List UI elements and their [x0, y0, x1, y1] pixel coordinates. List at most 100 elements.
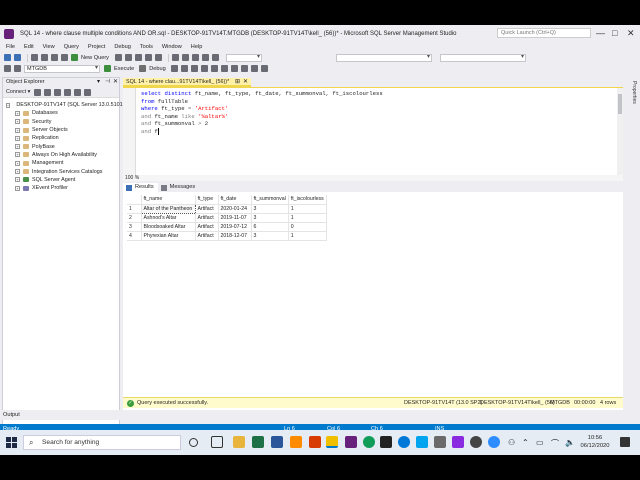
menu-window[interactable]: Window [162, 44, 182, 50]
results-to-grid-icon[interactable] [210, 65, 218, 72]
sql-editor[interactable]: select distinct ft_name, ft_type, ft_dat… [123, 87, 623, 176]
table-cell[interactable]: Artifact [195, 213, 219, 223]
table-cell[interactable]: 2020-01-24 [218, 204, 252, 214]
disconnect-icon[interactable] [44, 88, 52, 96]
indent-icon[interactable] [250, 65, 258, 72]
tree-node-databases[interactable]: + Databases [3, 109, 119, 117]
row-number[interactable]: 2 [127, 213, 142, 223]
results-to-text-icon[interactable] [200, 65, 208, 72]
file-explorer-icon[interactable] [233, 436, 245, 448]
task-view-icon[interactable] [211, 436, 223, 448]
table-cell[interactable]: 1 [288, 231, 327, 241]
battery-icon[interactable]: ▭ [536, 438, 544, 447]
tree-node-management[interactable]: + Management [3, 159, 119, 167]
execute-button[interactable]: Execute [114, 66, 134, 72]
new-project-icon[interactable] [31, 54, 38, 61]
table-cell[interactable]: Artifact [195, 204, 219, 214]
outdent-icon[interactable] [260, 65, 268, 72]
table-cell[interactable]: Artifact [195, 222, 219, 232]
find-combo[interactable] [335, 53, 432, 62]
expand-icon[interactable]: + [15, 119, 20, 125]
activity-monitor-icon[interactable] [84, 88, 92, 96]
expand-icon[interactable]: + [15, 160, 20, 166]
tree-node-always-on[interactable]: + Always On High Availability [3, 151, 119, 159]
tree-node-server[interactable]: − DESKTOP-91TV14T (SQL Server 13.0.5101 [3, 101, 123, 109]
menu-edit[interactable]: Edit [24, 44, 34, 50]
network-icon[interactable]: ⌒ [551, 438, 559, 449]
row-number[interactable]: 4 [127, 231, 142, 241]
close-button[interactable]: ✕ [627, 28, 635, 38]
powerpoint-icon[interactable] [309, 436, 321, 448]
connect-server-icon[interactable] [34, 88, 42, 96]
menu-debug[interactable]: Debug [114, 44, 130, 50]
execute-icon[interactable] [104, 65, 111, 72]
app-icon[interactable] [434, 436, 446, 448]
redo-icon[interactable] [211, 54, 219, 61]
table-row[interactable]: 4 Phyrexian Altar Artifact 2018-12-07 3 1 [127, 231, 327, 241]
expand-icon[interactable]: + [15, 169, 20, 175]
table-cell[interactable]: Ashnod's Altar [141, 213, 196, 223]
table-cell[interactable]: 1 [288, 204, 327, 214]
solution-config-dropdown[interactable] [225, 53, 262, 62]
tray-chevron-icon[interactable]: ⌃ [522, 438, 529, 447]
table-cell[interactable]: 3 [251, 231, 289, 241]
tree-node-integration-services[interactable]: + Integration Services Catalogs [3, 167, 119, 175]
expand-icon[interactable]: + [15, 177, 20, 183]
database-dropdown[interactable]: MTGDB [24, 64, 100, 73]
table-cell[interactable]: Phyrexian Altar [141, 231, 196, 241]
cut-icon[interactable] [171, 54, 179, 61]
excel-icon[interactable] [252, 436, 264, 448]
connect-icon[interactable] [4, 65, 11, 72]
tree-node-security[interactable]: + Security [3, 118, 119, 126]
table-cell[interactable]: 2018-12-07 [218, 231, 252, 241]
analysis-icon[interactable] [124, 54, 132, 61]
table-row[interactable]: 2 Ashnod's Altar Artifact 2019-11-07 3 1 [127, 213, 327, 223]
volume-icon[interactable]: 🔈 [565, 438, 575, 447]
tree-node-sql-server-agent[interactable]: + SQL Server Agent [3, 176, 119, 184]
query-document-tab[interactable]: SQL 14 - where clau...91TV14T\kell_ (56)… [123, 78, 251, 87]
tab-results[interactable]: Results [123, 183, 158, 192]
column-header[interactable]: ft_summonval [251, 195, 289, 205]
row-number[interactable]: 1 [127, 204, 142, 214]
stop-icon[interactable] [54, 88, 62, 96]
column-header[interactable]: ft_iscolourless [288, 195, 327, 205]
edge-icon[interactable] [398, 436, 410, 448]
table-row[interactable]: 3 Bloodsoaked Altar Artifact 2019-07-12 6 0 [127, 222, 327, 232]
paste-icon[interactable] [191, 54, 199, 61]
expand-icon[interactable]: + [15, 110, 20, 116]
parse-icon[interactable] [170, 65, 178, 72]
table-cell[interactable]: 1 [288, 213, 327, 223]
collapse-icon[interactable]: − [6, 102, 11, 108]
forward-icon[interactable] [14, 54, 21, 61]
new-query-icon[interactable] [71, 54, 78, 61]
menu-view[interactable]: View [43, 44, 55, 50]
table-cell[interactable]: 3 [251, 213, 289, 223]
menu-query[interactable]: Query [64, 44, 79, 50]
expand-icon[interactable]: + [15, 185, 20, 191]
people-icon[interactable]: ⚇ [508, 438, 515, 447]
expand-icon[interactable]: + [15, 152, 20, 158]
maximize-button[interactable]: □ [612, 28, 617, 38]
expand-icon[interactable]: + [15, 144, 20, 150]
menu-file[interactable]: File [6, 44, 15, 50]
scroll-thumb[interactable] [618, 94, 622, 114]
properties-side-tab[interactable]: Properties [627, 81, 637, 121]
dropdown-icon[interactable]: ▾ [97, 78, 100, 87]
output-panel-tab[interactable]: Output [0, 410, 640, 420]
copy-icon[interactable] [181, 54, 189, 61]
row-number-header[interactable] [127, 195, 142, 205]
taskbar-clock[interactable]: 10:56 06/12/2020 [578, 434, 612, 450]
change-connection-icon[interactable] [14, 65, 21, 72]
row-number[interactable]: 3 [127, 222, 142, 232]
tree-node-replication[interactable]: + Replication [3, 134, 119, 142]
close-tab-icon[interactable]: ✕ [243, 78, 248, 85]
table-cell[interactable]: 0 [288, 222, 327, 232]
table-cell[interactable]: Bloodsoaked Altar [141, 222, 196, 232]
xmla-icon[interactable] [154, 54, 162, 61]
github-icon[interactable] [470, 436, 482, 448]
expand-icon[interactable]: + [15, 127, 20, 133]
save-icon[interactable] [51, 54, 58, 61]
menu-help[interactable]: Help [191, 44, 203, 50]
tree-node-server-objects[interactable]: + Server Objects [3, 126, 119, 134]
connect-dropdown[interactable]: Connect ▾ [6, 89, 30, 95]
